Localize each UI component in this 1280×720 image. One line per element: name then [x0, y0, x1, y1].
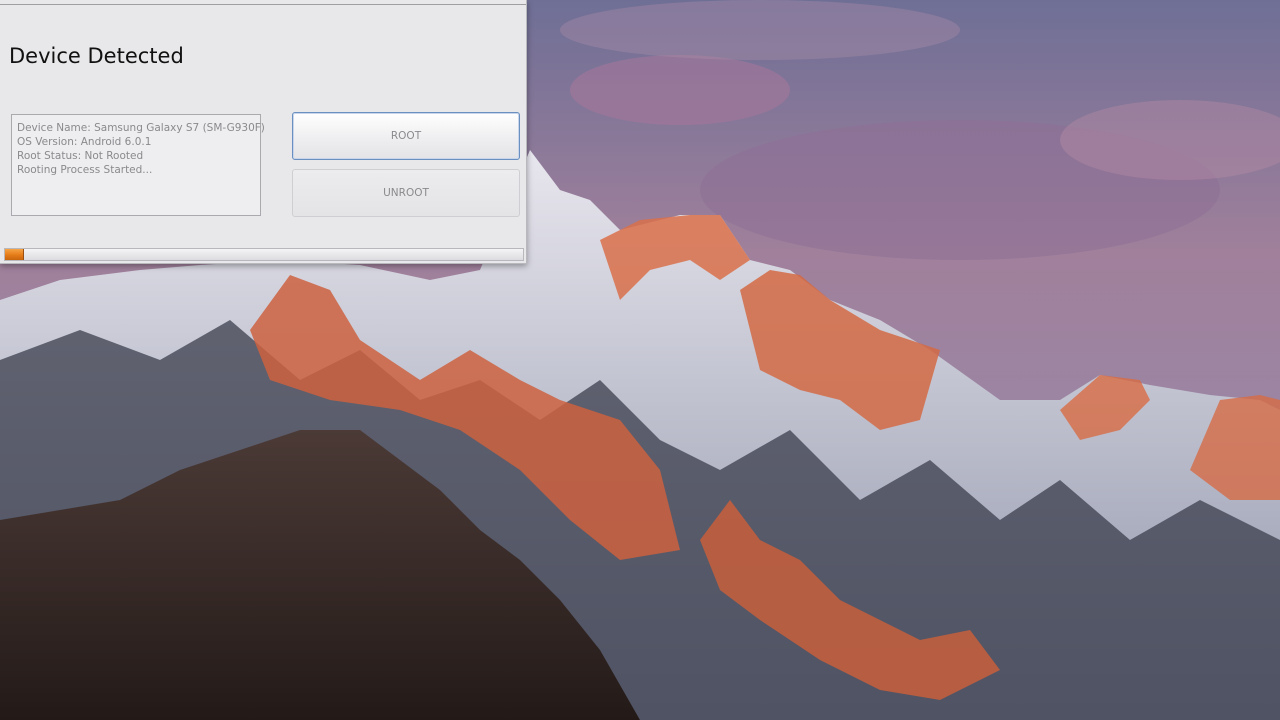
root-button[interactable]: ROOT	[292, 112, 520, 160]
desktop: Device Detected Device Name: Samsung Gal…	[0, 0, 1280, 720]
window-title: Device Detected	[9, 44, 184, 68]
progress-bar	[4, 248, 524, 261]
rooting-process-line: Rooting Process Started...	[17, 164, 153, 176]
root-status-line: Root Status: Not Rooted	[17, 150, 144, 162]
os-version-line: OS Version: Android 6.0.1	[17, 136, 152, 148]
root-tool-window: Device Detected Device Name: Samsung Gal…	[0, 0, 527, 264]
window-top-divider	[0, 4, 526, 5]
progress-bar-fill	[5, 249, 24, 260]
device-info-textarea[interactable]: Device Name: Samsung Galaxy S7 (SM-G930F…	[11, 114, 265, 216]
device-name-line: Device Name: Samsung Galaxy S7 (SM-G930F…	[17, 122, 265, 134]
cloud	[570, 55, 790, 125]
unroot-button[interactable]: UNROOT	[292, 169, 520, 217]
cloud	[560, 0, 960, 60]
